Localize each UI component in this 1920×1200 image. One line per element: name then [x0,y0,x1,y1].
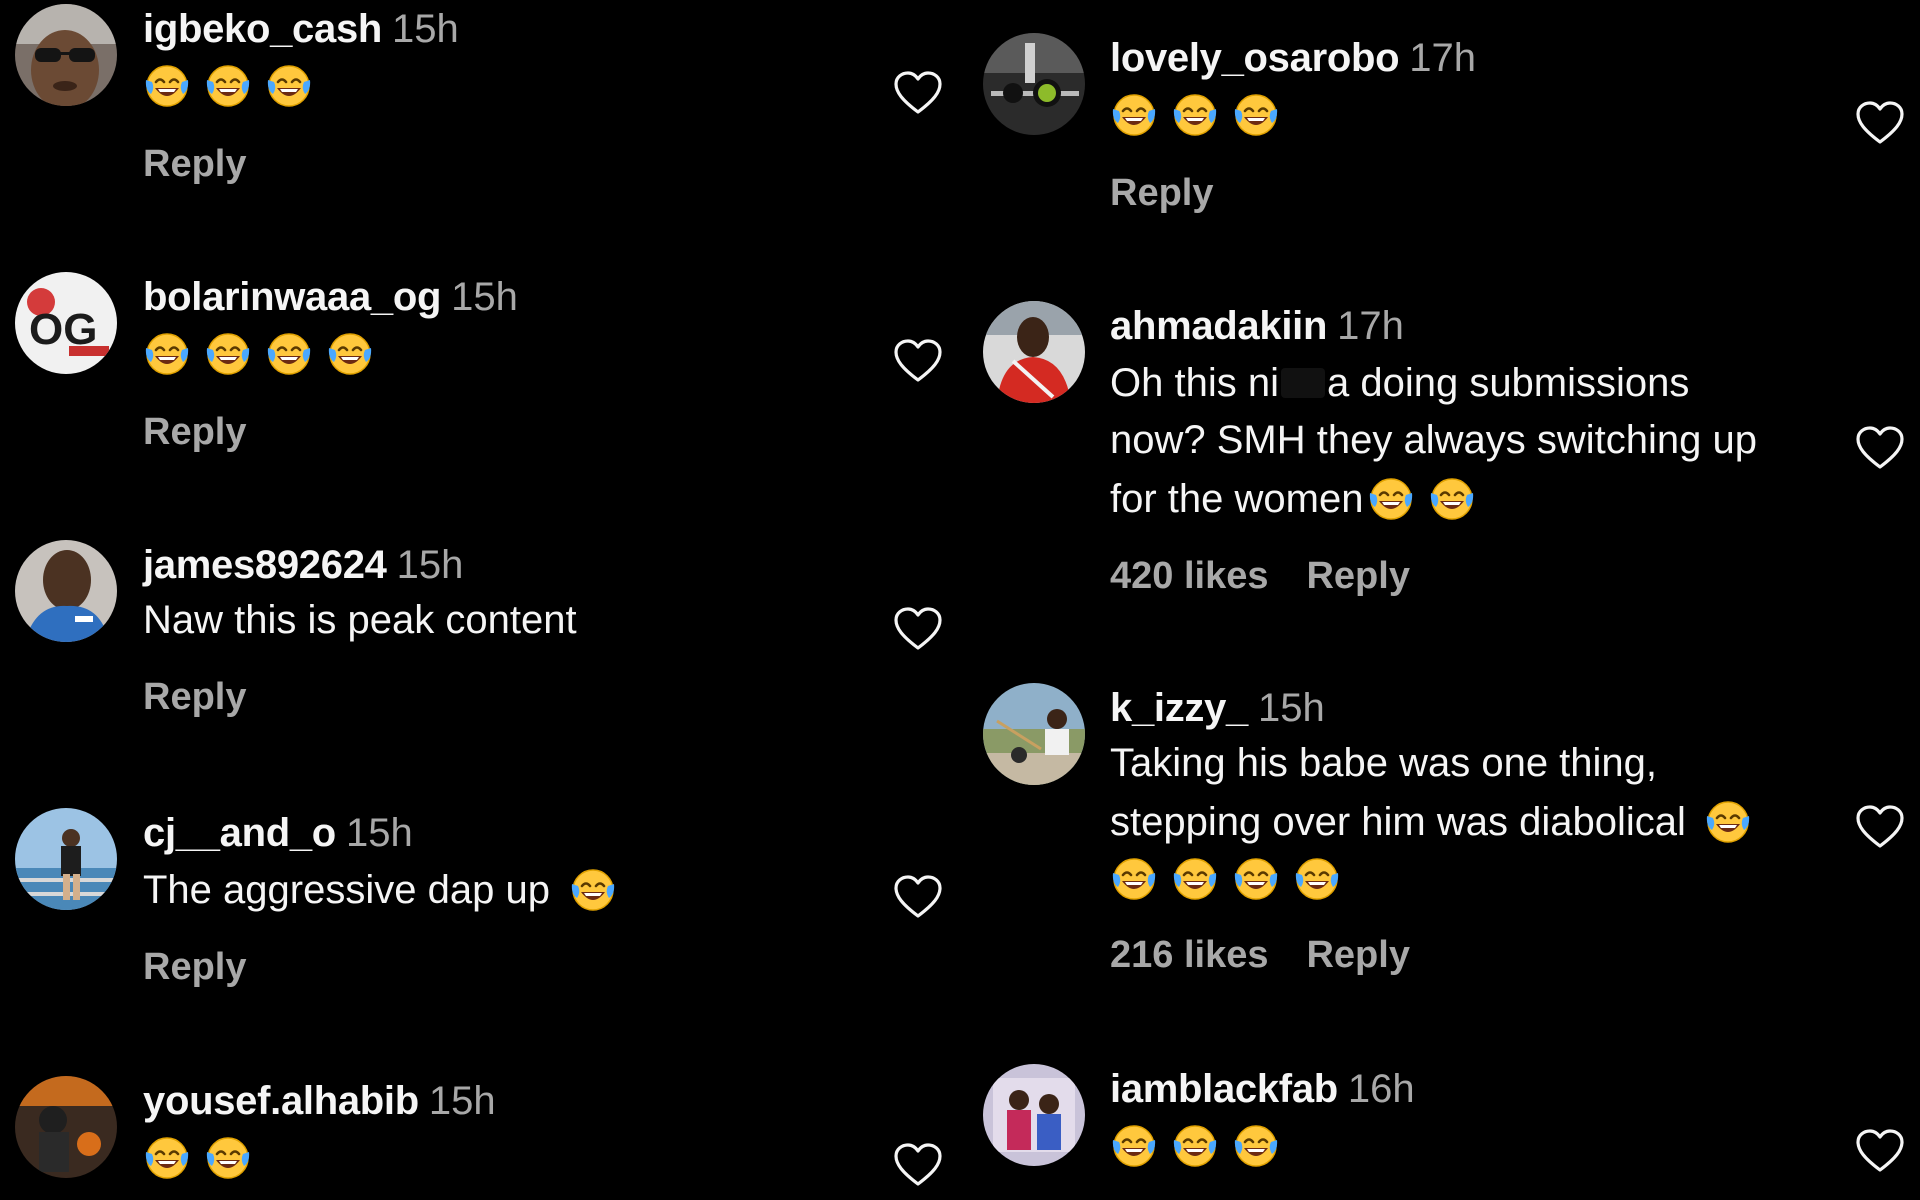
avatar[interactable] [15,1076,117,1178]
avatar[interactable] [983,1064,1085,1166]
face-with-tears-of-joy-icon [143,330,191,378]
face-with-tears-of-joy-icon [265,330,313,378]
face-with-tears-of-joy-icon [1171,855,1219,903]
like-heart-icon[interactable] [893,70,943,116]
face-with-tears-of-joy-icon [1110,91,1158,139]
comment-text: Naw this is peak content [143,598,577,642]
username[interactable]: bolarinwaaa_og [143,275,441,319]
username[interactable]: james892624 [143,543,387,587]
face-with-tears-of-joy-icon [143,62,191,110]
timestamp: 15h [345,811,413,855]
comment-text: Oh this ni a doing submissions now? SMH t… [1110,353,1800,528]
timestamp: 16h [1347,1067,1415,1111]
reply-button[interactable]: Reply [1306,555,1409,597]
face-with-tears-of-joy-icon [265,62,313,110]
likes-count[interactable]: 420 likes [1110,555,1268,597]
avatar[interactable] [15,540,117,642]
reply-button[interactable]: Reply [143,143,246,185]
face-with-tears-of-joy-icon [1232,1122,1280,1170]
face-with-tears-of-joy-icon [1110,855,1158,903]
censored-blur [1280,368,1325,399]
avatar[interactable] [15,808,117,910]
comment-text: Taking his babe was one thing, stepping … [1110,735,1800,851]
timestamp: 15h [396,543,464,587]
emoji-row [1110,853,1800,905]
emoji-row [143,1132,840,1184]
like-heart-icon[interactable] [1855,425,1905,471]
face-with-tears-of-joy-icon [204,62,252,110]
username[interactable]: k_izzy_ [1110,686,1248,730]
face-with-tears-of-joy-icon [1171,91,1219,139]
face-with-tears-of-joy-icon [143,1134,191,1182]
reply-button[interactable]: Reply [1110,172,1213,214]
face-with-tears-of-joy-icon [204,1134,252,1182]
reply-button[interactable]: Reply [1306,934,1409,976]
emoji-row [1110,89,1800,141]
timestamp: 15h [451,275,518,319]
face-with-tears-of-joy-icon [1293,855,1341,903]
face-with-tears-of-joy-icon [1171,1122,1219,1170]
username[interactable]: ahmadakiin [1110,304,1327,348]
timestamp: 15h [392,7,459,51]
timestamp: 17h [1409,36,1476,80]
like-heart-icon[interactable] [1855,100,1905,146]
avatar[interactable] [983,301,1085,403]
emoji-row [143,328,840,380]
face-with-tears-of-joy-icon [1232,91,1280,139]
face-with-tears-of-joy-icon [204,330,252,378]
face-with-tears-of-joy-icon [1704,798,1752,846]
username[interactable]: yousef.alhabib [143,1079,419,1123]
face-with-tears-of-joy-icon [1232,855,1280,903]
timestamp: 17h [1337,304,1404,348]
timestamp: 15h [1258,686,1325,730]
face-with-tears-of-joy-icon [569,866,617,914]
username[interactable]: igbeko_cash [143,7,382,51]
timestamp: 15h [428,1079,496,1123]
face-with-tears-of-joy-icon [326,330,374,378]
like-heart-icon[interactable] [1855,1128,1905,1174]
avatar[interactable]: OG [15,272,117,374]
username[interactable]: cj__and_o [143,811,336,855]
face-with-tears-of-joy-icon [1110,1122,1158,1170]
likes-count[interactable]: 216 likes [1110,934,1268,976]
like-heart-icon[interactable] [1855,804,1905,850]
avatar[interactable] [983,683,1085,785]
emoji-row [143,60,840,112]
like-heart-icon[interactable] [893,1142,943,1188]
reply-button[interactable]: Reply [143,676,246,718]
username[interactable]: iamblackfab [1110,1067,1338,1111]
username[interactable]: lovely_osarobo [1110,36,1400,80]
like-heart-icon[interactable] [893,874,943,920]
avatar[interactable] [983,33,1085,135]
comment-text: The aggressive dap up [143,867,550,912]
face-with-tears-of-joy-icon [1428,475,1476,523]
like-heart-icon[interactable] [893,606,943,652]
emoji-row [1110,1120,1800,1172]
reply-button[interactable]: Reply [143,411,246,453]
face-with-tears-of-joy-icon [1367,475,1415,523]
reply-button[interactable]: Reply [143,946,246,988]
avatar[interactable] [15,4,117,106]
like-heart-icon[interactable] [893,338,943,384]
